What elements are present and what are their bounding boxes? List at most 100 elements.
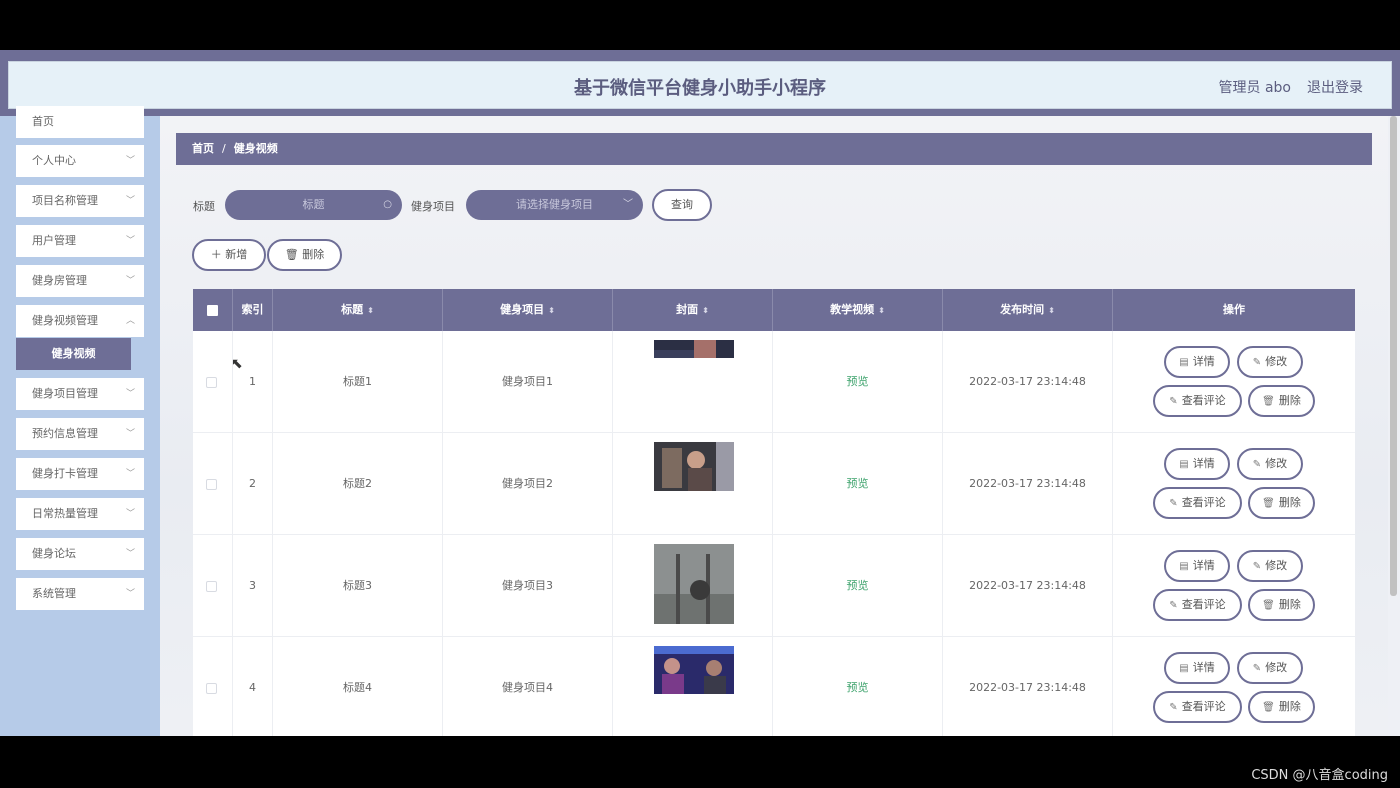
project-select[interactable]: 请选择健身项目 ﹀	[466, 190, 643, 220]
delete-button[interactable]: 🗑 删除	[1248, 385, 1315, 417]
pencil-icon: ✎	[1169, 396, 1178, 407]
sort-icon: ⬍	[367, 306, 374, 315]
chevron-up-icon: ︿	[125, 316, 135, 326]
chevron-down-icon: ﹀	[125, 389, 135, 399]
delete-button[interactable]: 🗑 删除	[1248, 691, 1315, 723]
document-icon: ▤	[1179, 561, 1189, 572]
document-icon: ▤	[1179, 459, 1189, 470]
row-project: 健身项目2	[443, 433, 613, 535]
header: 基于微信平台健身小助手小程序 管理员 abo 退出登录	[8, 61, 1392, 109]
table-row: 3 标题3 健身项目3 预览 2022-03-17 23:14:48 ▤ 详情 ✎…	[193, 535, 1355, 637]
view-comments-button[interactable]: ✎ 查看评论	[1153, 589, 1242, 621]
view-comments-button[interactable]: ✎ 查看评论	[1153, 487, 1242, 519]
vertical-scrollbar[interactable]	[1390, 116, 1397, 596]
detail-button[interactable]: ▤ 详情	[1164, 448, 1230, 480]
query-button[interactable]: 查询	[652, 189, 712, 221]
video-preview-link[interactable]: 预览	[773, 535, 943, 637]
add-button[interactable]: ＋ 新增	[192, 239, 266, 271]
header-project[interactable]: 健身项目 ⬍	[443, 289, 613, 331]
row-project: 健身项目3	[443, 535, 613, 637]
search-icon: ○	[383, 199, 392, 210]
chevron-down-icon: ﹀	[125, 509, 135, 519]
sidebar-item-checkins[interactable]: 健身打卡管理 ﹀	[16, 458, 144, 490]
detail-button[interactable]: ▤ 详情	[1164, 346, 1230, 378]
app-title: 基于微信平台健身小助手小程序	[574, 78, 826, 99]
mouse-cursor-icon: ⬉	[231, 356, 243, 372]
sidebar-item-bookings[interactable]: 预约信息管理 ﹀	[16, 418, 144, 450]
header-time[interactable]: 发布时间 ⬍	[943, 289, 1113, 331]
select-all-cell	[193, 289, 233, 331]
row-time: 2022-03-17 23:14:48	[943, 637, 1113, 736]
trash-icon: 🗑	[1262, 600, 1275, 611]
sort-icon: ⬍	[1048, 306, 1055, 315]
header-cover[interactable]: 封面 ⬍	[613, 289, 773, 331]
sidebar-item-profile[interactable]: 个人中心 ﹀	[16, 145, 144, 177]
row-time: 2022-03-17 23:14:48	[943, 535, 1113, 637]
select-all-checkbox[interactable]	[207, 305, 218, 316]
video-table: 索引 标题 ⬍ 健身项目 ⬍ 封面 ⬍ 教学视频 ⬍ 发布时间 ⬍ 操作 1 标题1 健身…	[193, 289, 1355, 736]
row-checkbox[interactable]	[206, 683, 217, 694]
pencil-icon: ✎	[1169, 498, 1178, 509]
sidebar-item-videos[interactable]: 健身视频管理 ︿	[16, 305, 144, 337]
chevron-down-icon: ﹀	[125, 196, 135, 206]
current-user: 管理员 abo	[1218, 80, 1291, 96]
pencil-icon: ✎	[1169, 600, 1178, 611]
detail-button[interactable]: ▤ 详情	[1164, 652, 1230, 684]
video-preview-link[interactable]: 预览	[773, 331, 943, 433]
edit-button[interactable]: ✎ 修改	[1237, 448, 1303, 480]
sidebar-item-system[interactable]: 系统管理 ﹀	[16, 578, 144, 610]
sidebar-item-calories[interactable]: 日常热量管理 ﹀	[16, 498, 144, 530]
sort-icon: ⬍	[702, 306, 709, 315]
chevron-down-icon: ﹀	[125, 429, 135, 439]
table-row: 1 标题1 健身项目1 预览 2022-03-17 23:14:48 ▤ 详情 ✎…	[193, 331, 1355, 433]
project-filter-label: 健身项目	[411, 200, 455, 213]
table-row: 2 标题2 健身项目2 预览 2022-03-17 23:14:48 ▤ 详情 ✎…	[193, 433, 1355, 535]
sidebar-item-projects[interactable]: 健身项目管理 ﹀	[16, 378, 144, 410]
logout-link[interactable]: 退出登录	[1307, 77, 1363, 97]
row-title: 标题4	[273, 637, 443, 736]
title-filter-label: 标题	[193, 200, 215, 213]
title-search-input[interactable]: 标题 ○	[225, 190, 402, 220]
document-icon: ▤	[1179, 357, 1189, 368]
delete-button[interactable]: 🗑 删除	[1248, 589, 1315, 621]
batch-delete-button[interactable]: 🗑 删除	[267, 239, 342, 271]
detail-button[interactable]: ▤ 详情	[1164, 550, 1230, 582]
sidebar-item-gyms[interactable]: 健身房管理 ﹀	[16, 265, 144, 297]
row-checkbox[interactable]	[206, 479, 217, 490]
sidebar-subitem-videos[interactable]: 健身视频	[16, 338, 131, 370]
chevron-down-icon: ﹀	[125, 156, 135, 166]
header-video[interactable]: 教学视频 ⬍	[773, 289, 943, 331]
view-comments-button[interactable]: ✎ 查看评论	[1153, 385, 1242, 417]
edit-button[interactable]: ✎ 修改	[1237, 346, 1303, 378]
row-checkbox[interactable]	[206, 377, 217, 388]
edit-button[interactable]: ✎ 修改	[1237, 652, 1303, 684]
sidebar-item-project-names[interactable]: 项目名称管理 ﹀	[16, 185, 144, 217]
video-preview-link[interactable]: 预览	[773, 637, 943, 736]
trash-icon: 🗑	[1262, 702, 1275, 713]
row-title: 标题3	[273, 535, 443, 637]
row-checkbox[interactable]	[206, 581, 217, 592]
breadcrumb-current: 健身视频	[233, 142, 278, 155]
edit-button[interactable]: ✎ 修改	[1237, 550, 1303, 582]
breadcrumb-home[interactable]: 首页	[192, 142, 214, 155]
row-title: 标题2	[273, 433, 443, 535]
watermark: CSDN @八音盒coding	[1251, 768, 1388, 783]
chevron-down-icon: ﹀	[125, 276, 135, 286]
row-title: 标题1	[273, 331, 443, 433]
sidebar-item-forum[interactable]: 健身论坛 ﹀	[16, 538, 144, 570]
video-preview-link[interactable]: 预览	[773, 433, 943, 535]
trash-icon: 🗑	[1262, 498, 1275, 509]
delete-button[interactable]: 🗑 删除	[1248, 487, 1315, 519]
view-comments-button[interactable]: ✎ 查看评论	[1153, 691, 1242, 723]
app-window: 基于微信平台健身小助手小程序 管理员 abo 退出登录 首页 个人中心 ﹀ 项目名…	[0, 50, 1400, 736]
trash-icon: 🗑	[284, 248, 299, 261]
chevron-down-icon: ﹀	[125, 549, 135, 559]
sidebar-item-users[interactable]: 用户管理 ﹀	[16, 225, 144, 257]
sidebar-item-home[interactable]: 首页	[16, 106, 144, 138]
table-row: 4 标题4 健身项目4 预览 2022-03-17 23:14:48 ▤ 详情 ✎…	[193, 637, 1355, 736]
chevron-down-icon: ﹀	[125, 469, 135, 479]
cover-image	[654, 646, 734, 694]
row-index: 2	[233, 433, 273, 535]
header-title[interactable]: 标题 ⬍	[273, 289, 443, 331]
row-project: 健身项目1	[443, 331, 613, 433]
